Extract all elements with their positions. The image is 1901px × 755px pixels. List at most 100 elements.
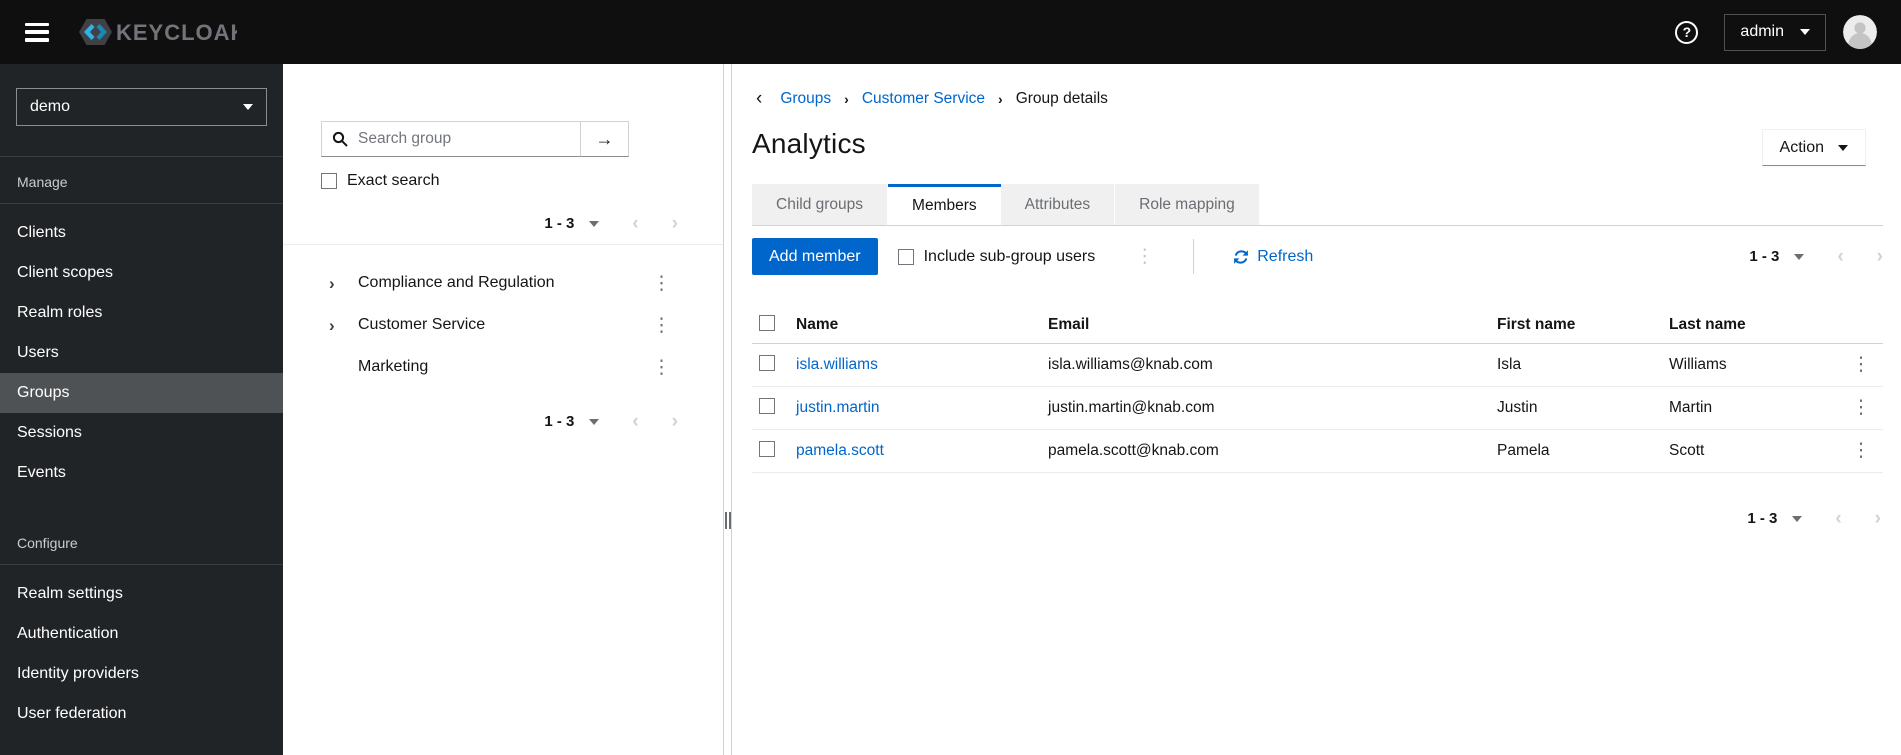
prev-page-icon[interactable]: ‹ [632,214,638,233]
next-page-icon[interactable]: › [1877,247,1883,266]
action-dropdown-label: Action [1779,138,1824,156]
exact-search-row: Exact search [321,171,685,190]
member-first-name: Pamela [1497,442,1550,459]
sidebar-item-user-federation[interactable]: User federation [0,694,283,734]
tab-attributes[interactable]: Attributes [1000,184,1116,225]
group-details-panel: ‹ Groups › Customer Service › Group deta… [732,64,1901,755]
member-email: pamela.scott@knab.com [1048,442,1219,459]
tree-item-customer-service[interactable]: › Customer Service ⋮ [283,304,723,346]
exact-search-checkbox[interactable] [321,172,337,189]
group-search-row: → [321,121,685,157]
pagination-options-caret[interactable] [589,220,600,227]
panel-resize-splitter[interactable] [724,64,732,755]
prev-page-icon[interactable]: ‹ [1835,509,1841,528]
help-icon[interactable]: ? [1675,20,1699,44]
member-email: isla.williams@knab.com [1048,356,1213,373]
tree-item-label: Compliance and Regulation [358,274,555,291]
sidebar-item-sessions[interactable]: Sessions [0,413,283,453]
breadcrumb-current: Group details [1015,89,1108,107]
refresh-button[interactable]: Refresh [1233,248,1313,266]
search-group-input[interactable] [321,121,581,157]
sidebar-item-groups[interactable]: Groups [0,373,283,413]
pagination-range: 1 - 3 [544,215,575,232]
prev-page-icon[interactable]: ‹ [1837,247,1843,266]
next-page-icon[interactable]: › [672,214,678,233]
prev-page-icon[interactable]: ‹ [632,412,638,431]
next-page-icon[interactable]: › [1875,509,1881,528]
include-subgroups-control: Include sub-group users [897,248,1095,266]
sidebar-item-realm-roles[interactable]: Realm roles [0,293,283,333]
member-name-link[interactable]: pamela.scott [796,442,1048,460]
breadcrumb-groups-link[interactable]: Groups [780,90,831,108]
tree-item-compliance-and-regulation[interactable]: › Compliance and Regulation ⋮ [283,262,723,304]
pagination-options-caret[interactable] [1792,515,1803,522]
sidebar-item-identity-providers[interactable]: Identity providers [0,654,283,694]
breadcrumb-separator-icon: › [998,90,1003,107]
breadcrumb-customer-service-link[interactable]: Customer Service [862,90,985,108]
pagination: 1 - 3 ‹ › [544,214,678,233]
table-row: justin.martin justin.martin@knab.com Jus… [752,387,1883,430]
add-member-button[interactable]: Add member [752,238,878,275]
tab-members[interactable]: Members [888,184,1001,225]
sidebar-item-client-scopes[interactable]: Client scopes [0,253,283,293]
sidebar-item-authentication[interactable]: Authentication [0,614,283,654]
member-name-link[interactable]: justin.martin [796,399,1048,417]
kebab-menu-icon[interactable]: ⋮ [1848,352,1875,377]
tab-child-groups[interactable]: Child groups [752,184,889,225]
tree-item-marketing[interactable]: Marketing ⋮ [283,346,723,388]
kebab-menu-icon[interactable]: ⋮ [648,314,675,337]
member-last-name: Williams [1669,356,1727,373]
tree-item-label: Customer Service [358,316,486,333]
sidebar-item-clients[interactable]: Clients [0,213,283,253]
nav-list-configure: Realm settings Authentication Identity p… [0,565,283,734]
chevron-down-icon [1838,144,1848,151]
sidebar: demo Manage Clients Client scopes Realm … [0,64,283,755]
members-pagination-bottom-wrap: 1 - 3 ‹ › [752,473,1883,528]
chevron-right-icon[interactable]: › [329,317,343,334]
pagination-options-caret[interactable] [589,418,600,425]
realm-selector[interactable]: demo [16,88,267,126]
kebab-menu-icon[interactable]: ⋮ [1848,438,1875,463]
members-toolbar: Add member Include sub-group users ⋮ Ref… [752,226,1883,289]
tab-role-mapping[interactable]: Role mapping [1115,184,1260,225]
search-submit-button[interactable]: → [581,121,629,157]
sidebar-item-realm-settings[interactable]: Realm settings [0,574,283,614]
member-name-link[interactable]: isla.williams [796,356,1048,374]
kebab-menu-icon[interactable]: ⋮ [1848,395,1875,420]
sidebar-item-users[interactable]: Users [0,333,283,373]
chevron-right-icon[interactable]: › [329,275,343,292]
next-page-icon[interactable]: › [672,412,678,431]
kebab-menu-icon[interactable]: ⋮ [648,356,675,379]
action-dropdown-button[interactable]: Action [1761,129,1866,166]
refresh-label: Refresh [1257,247,1314,265]
back-icon[interactable]: ‹ [756,89,762,108]
user-menu-label: admin [1740,23,1784,40]
sidebar-item-events[interactable]: Events [0,453,283,493]
pagination-options-caret[interactable] [1794,253,1805,260]
select-all-checkbox[interactable] [759,314,775,331]
kebab-menu-icon[interactable]: ⋮ [1135,247,1154,266]
user-menu-dropdown[interactable]: admin [1724,13,1826,51]
column-header-name: Name [796,316,839,333]
group-search [321,121,581,157]
members-pagination-bottom: 1 - 3 ‹ › [1747,509,1881,528]
drag-handle-icon[interactable] [725,512,731,529]
chevron-down-icon [243,104,253,110]
title-row: Analytics Action [752,128,1883,166]
masthead-actions: ? admin [1675,13,1901,51]
nav-section-manage: Manage [17,174,68,190]
table-row: pamela.scott pamela.scott@knab.com Pamel… [752,430,1883,473]
row-checkbox[interactable] [759,397,775,414]
svg-text:KEYCLOAK: KEYCLOAK [116,20,237,45]
page-title: Analytics [752,128,866,159]
kebab-menu-icon[interactable]: ⋮ [648,272,675,295]
avatar[interactable] [1843,15,1877,49]
include-subgroups-checkbox[interactable] [897,248,914,265]
row-checkbox[interactable] [759,440,775,457]
tree-item-label: Marketing [358,358,429,375]
realm-selector-value: demo [30,98,71,115]
row-checkbox[interactable] [759,354,775,371]
nav-toggle-icon[interactable] [25,22,49,42]
breadcrumb-separator-icon: › [844,90,849,107]
pagination-range: 1 - 3 [1749,248,1780,265]
